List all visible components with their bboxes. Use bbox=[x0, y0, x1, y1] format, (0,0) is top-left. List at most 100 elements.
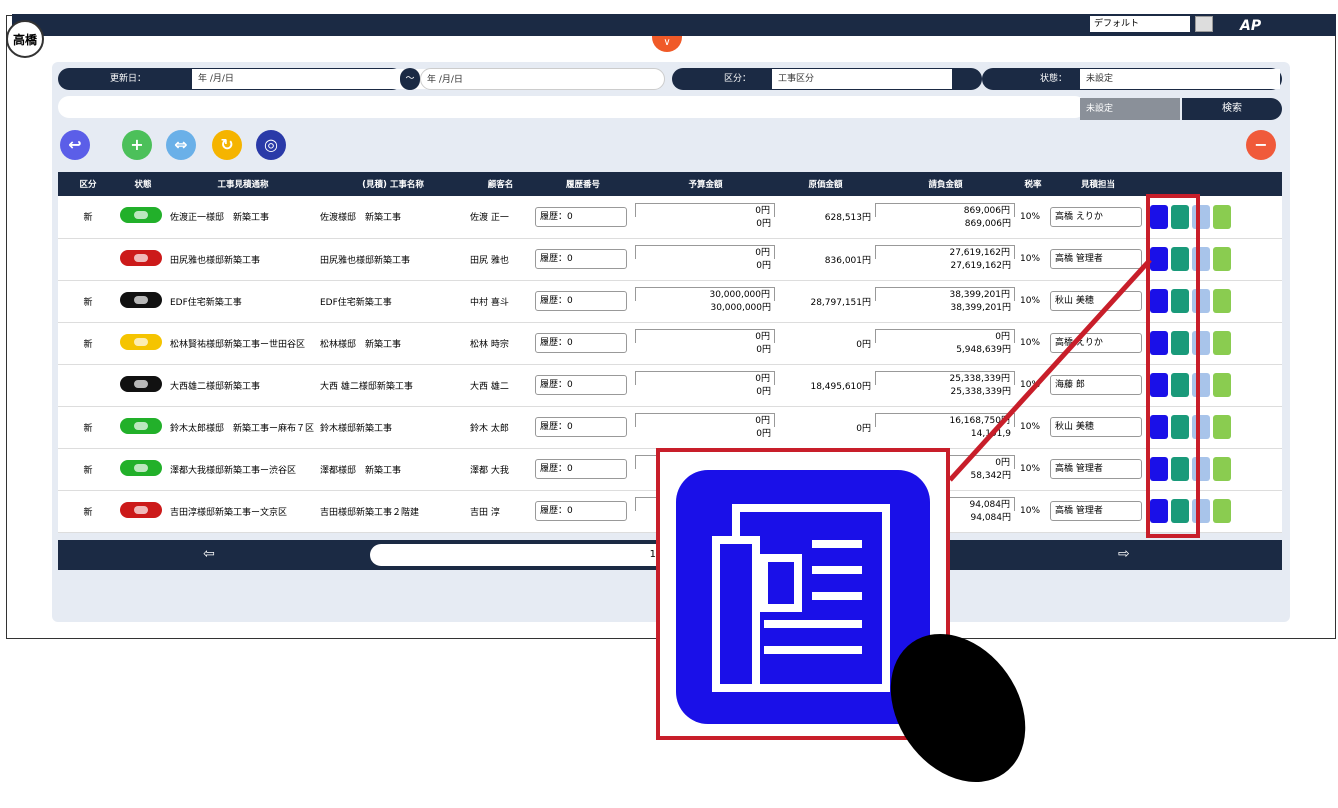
user-badge[interactable]: 高橋 bbox=[6, 20, 44, 58]
page-input[interactable]: 1 bbox=[370, 544, 670, 566]
gear-button[interactable] bbox=[1213, 204, 1231, 229]
table-row[interactable]: 新 佐渡正一様邸 新築工事 佐渡様邸 新築工事 佐渡 正一 履歴：0 0円 0円 628,51… bbox=[58, 196, 1282, 238]
row-kname: 大西 雄二様邸新築工事 bbox=[320, 381, 413, 392]
row-kubun bbox=[58, 364, 118, 406]
row-cost: 836,001円 bbox=[824, 255, 871, 266]
gear-button[interactable] bbox=[1213, 289, 1231, 313]
row-kubun bbox=[58, 238, 118, 280]
row-customer: 鈴木 太郎 bbox=[470, 423, 509, 434]
budget-input[interactable]: 0円 bbox=[635, 371, 775, 385]
budget-input[interactable]: 0円 bbox=[635, 413, 775, 427]
row-kname: 松林様邸 新築工事 bbox=[320, 339, 402, 350]
logo: AP bbox=[1240, 18, 1262, 34]
row-name[interactable]: EDF住宅新築工事 bbox=[168, 280, 318, 322]
status-pill[interactable] bbox=[118, 448, 168, 490]
col-budget: 予算金額 bbox=[688, 180, 723, 190]
budget-input[interactable]: 0円 bbox=[635, 245, 775, 259]
status-pill[interactable] bbox=[118, 364, 168, 406]
gear-button[interactable] bbox=[1213, 499, 1231, 523]
row-kname: 澤都様邸 新築工事 bbox=[320, 465, 402, 476]
status-pill[interactable] bbox=[118, 322, 168, 364]
row-kname: 鈴木様邸新築工事 bbox=[320, 423, 393, 434]
row-name[interactable]: 松林賢祐様邸新築工事ー世田谷区 bbox=[168, 322, 318, 364]
row-name[interactable]: 吉田淳様邸新築工事ー文京区 bbox=[168, 490, 318, 532]
status-pill[interactable] bbox=[118, 406, 168, 448]
rep-select[interactable]: 高橋 管理者 bbox=[1050, 501, 1142, 521]
col-history: 履歴番号 bbox=[565, 180, 600, 190]
gear-button[interactable] bbox=[1213, 331, 1231, 355]
copy-button[interactable]: ⇔ bbox=[166, 130, 196, 160]
row-cost: 0円 bbox=[856, 339, 871, 350]
search-button[interactable]: 検索 bbox=[1182, 98, 1282, 120]
row-kname: 田尻雅也様邸新築工事 bbox=[320, 255, 411, 266]
gear-button[interactable] bbox=[1213, 247, 1231, 271]
row-tax: 10% bbox=[1020, 506, 1041, 516]
status-pill[interactable] bbox=[118, 280, 168, 322]
col-contract: 請負金額 bbox=[928, 180, 963, 190]
budget-sub: 30,000,000円 bbox=[710, 303, 771, 313]
history-select[interactable]: 履歴：0 bbox=[535, 291, 627, 311]
gear-button[interactable] bbox=[1213, 373, 1231, 397]
status-pill[interactable] bbox=[118, 490, 168, 532]
budget-input[interactable]: 0円 bbox=[635, 329, 775, 343]
status-filter: 状態： 未設定 bbox=[982, 68, 1282, 90]
rep-select[interactable]: 高橋 えりか bbox=[1050, 206, 1142, 227]
range-separator: 〜 bbox=[400, 68, 420, 90]
prev-page-button[interactable]: ⇦ bbox=[203, 546, 215, 562]
category-filter: 区分： 工事区分 bbox=[672, 68, 982, 90]
status-pill[interactable] bbox=[118, 238, 168, 280]
date-to-input[interactable]: 年 /月/日 bbox=[420, 68, 665, 90]
next-page-button[interactable]: ⇨ bbox=[1118, 546, 1130, 562]
row-name[interactable]: 田尻雅也様邸新築工事 bbox=[168, 238, 318, 280]
contract-input[interactable]: 869,006円 bbox=[875, 202, 1015, 217]
keyword-input[interactable] bbox=[58, 96, 1086, 118]
sub-status-select[interactable]: 未設定 bbox=[1080, 98, 1180, 120]
table-header: 区分 状態 工事見積通称 (見積) 工事名称 顧客名 履歴番号 予算金額 原価金… bbox=[58, 172, 1282, 196]
row-customer: 吉田 淳 bbox=[470, 507, 500, 518]
row-name[interactable]: 大西雄二様邸新築工事 bbox=[168, 364, 318, 406]
row-tax: 10% bbox=[1020, 211, 1041, 222]
history-select[interactable]: 履歴：0 bbox=[535, 501, 627, 521]
delete-button[interactable]: − bbox=[1246, 130, 1276, 160]
row-kubun: 新 bbox=[83, 423, 93, 434]
row-kname: EDF住宅新築工事 bbox=[320, 297, 392, 308]
budget-input[interactable]: 30,000,000円 bbox=[635, 287, 775, 301]
row-cost: 628,513円 bbox=[824, 213, 871, 224]
category-label: 区分： bbox=[724, 74, 752, 84]
row-name[interactable]: 澤都大我様邸新築工事ー渋谷区 bbox=[168, 448, 318, 490]
target-button[interactable]: ◎ bbox=[256, 130, 286, 160]
category-select[interactable]: 工事区分 bbox=[772, 69, 952, 89]
gear-button[interactable] bbox=[1213, 415, 1231, 439]
col-cost: 原価金額 bbox=[808, 180, 843, 190]
row-cost: 0円 bbox=[856, 423, 871, 434]
refresh-button[interactable]: ↻ bbox=[212, 130, 242, 160]
updated-label: 更新日： bbox=[110, 74, 147, 84]
history-select[interactable]: 履歴：0 bbox=[535, 249, 627, 269]
col-rep: 見積担当 bbox=[1080, 180, 1115, 190]
history-select[interactable]: 履歴：0 bbox=[535, 459, 627, 479]
col-actions bbox=[1148, 172, 1282, 196]
col-name: 工事見積通称 bbox=[217, 180, 269, 190]
history-select[interactable]: 履歴：0 bbox=[535, 333, 627, 353]
status-select[interactable]: 未設定 bbox=[1080, 69, 1280, 89]
status-pill[interactable] bbox=[118, 196, 168, 238]
budget-sub: 0円 bbox=[756, 387, 771, 397]
view-select[interactable]: デフォルト bbox=[1090, 16, 1190, 32]
budget-sub: 0円 bbox=[756, 345, 771, 355]
history-select[interactable]: 履歴：0 bbox=[535, 375, 627, 395]
status-label: 状態： bbox=[1040, 74, 1068, 84]
settings-icon[interactable] bbox=[1195, 16, 1213, 32]
row-kubun: 新 bbox=[83, 339, 93, 350]
row-cost: 18,495,610円 bbox=[810, 381, 871, 392]
budget-sub: 0円 bbox=[756, 429, 771, 439]
row-name[interactable]: 佐渡正一様邸 新築工事 bbox=[168, 196, 318, 238]
gear-button[interactable] bbox=[1213, 457, 1231, 481]
col-tax: 税率 bbox=[1024, 180, 1042, 190]
add-button[interactable]: + bbox=[122, 130, 152, 160]
history-select[interactable]: 履歴：0 bbox=[535, 417, 627, 437]
budget-input[interactable]: 0円 bbox=[635, 202, 775, 217]
history-select[interactable]: 履歴：0 bbox=[535, 206, 627, 227]
row-name[interactable]: 鈴木太郎様邸 新築工事ー麻布７区 bbox=[168, 406, 318, 448]
back-button[interactable]: ↩ bbox=[60, 130, 90, 160]
budget-sub: 0円 bbox=[756, 261, 771, 271]
